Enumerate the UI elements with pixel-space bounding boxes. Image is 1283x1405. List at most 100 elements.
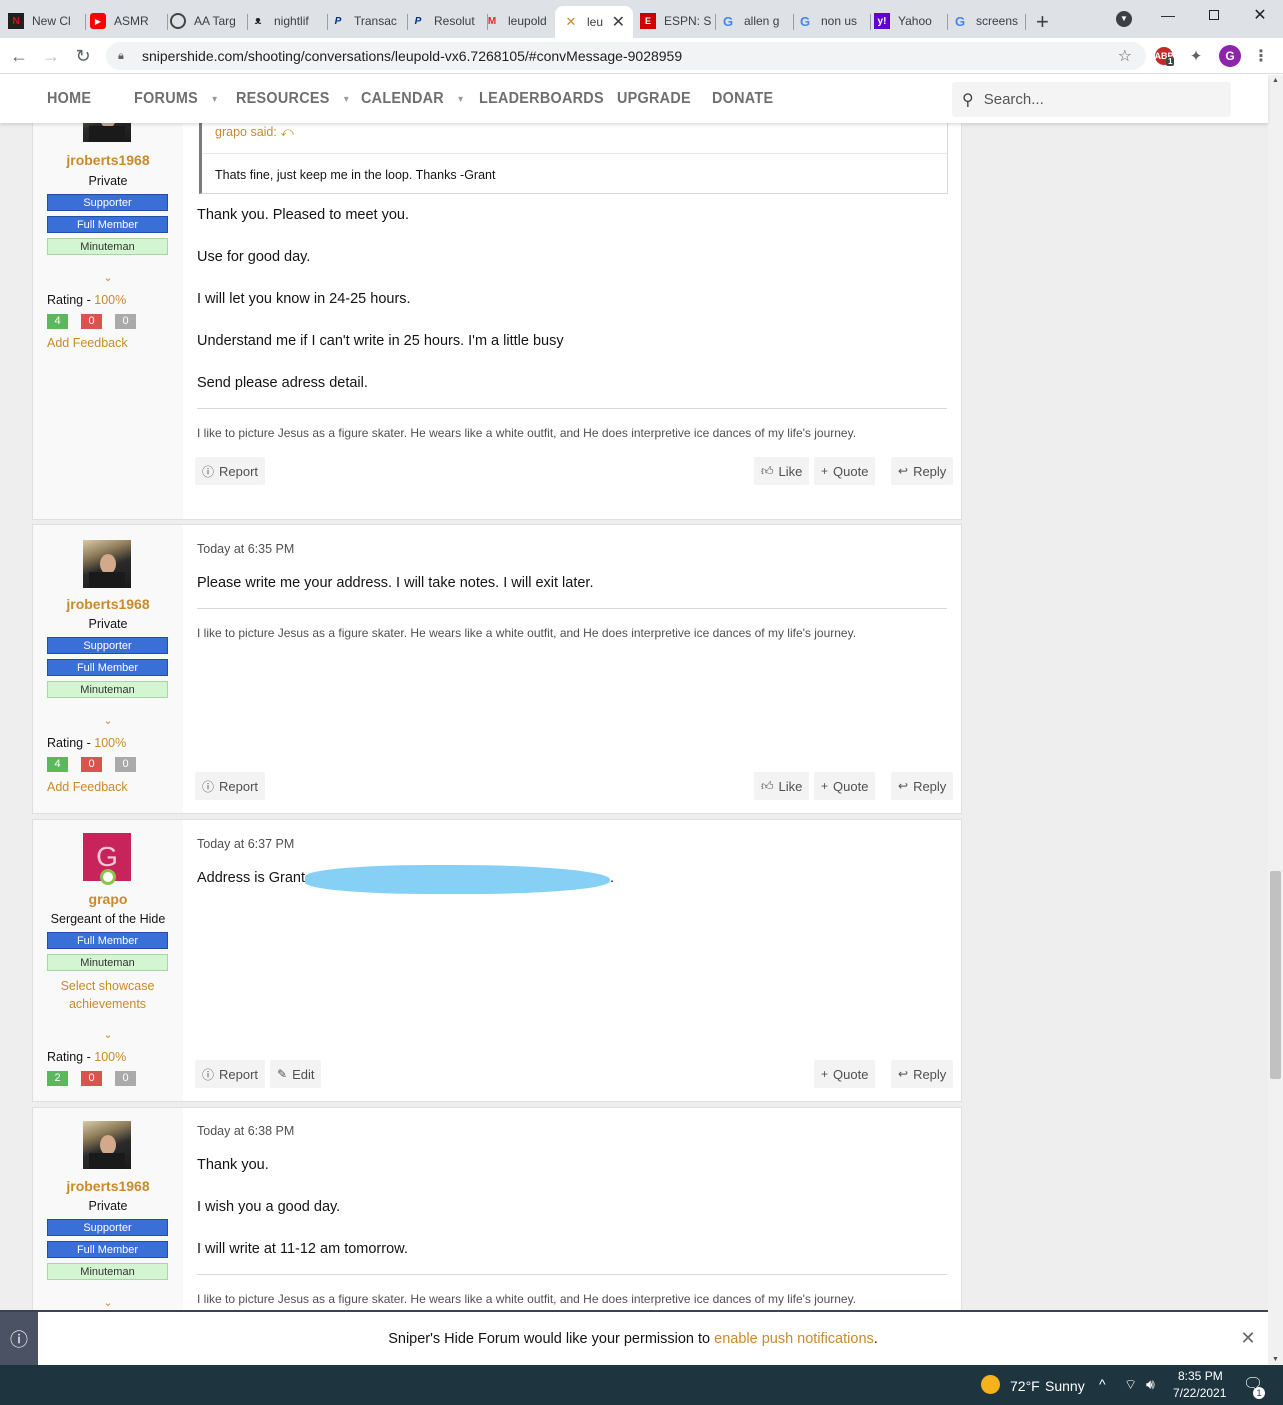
chevron-down-icon[interactable]: ▼ bbox=[342, 94, 350, 104]
like-button[interactable]: 👍︎ Like bbox=[754, 772, 810, 800]
user-title: Private bbox=[88, 174, 128, 188]
quote-button[interactable]: + Quote bbox=[814, 457, 876, 485]
signature-divider bbox=[197, 608, 947, 609]
avatar[interactable] bbox=[83, 540, 131, 588]
tab-paypal-transaction[interactable]: P Transac bbox=[330, 6, 408, 36]
rating-negative: 0 bbox=[81, 1071, 102, 1086]
goto-arrow-icon[interactable]: ⤺ bbox=[280, 125, 293, 139]
tab-espn[interactable]: E ESPN: S bbox=[640, 6, 716, 36]
clock-time[interactable]: 8:35 PM bbox=[1178, 1369, 1223, 1383]
thumbs-up-icon: 👍︎ bbox=[761, 463, 774, 478]
nav-donate[interactable]: DONATE bbox=[712, 90, 773, 108]
push-notification-banner: ⓘ Sniper's Hide Forum would like your pe… bbox=[0, 1310, 1268, 1365]
scrollbar-thumb[interactable] bbox=[1270, 871, 1281, 1079]
nav-upgrade[interactable]: UPGRADE bbox=[617, 90, 691, 108]
message-user-panel: jroberts1968 Private Supporter Full Memb… bbox=[33, 1108, 183, 1310]
reload-button[interactable]: ↻ bbox=[71, 44, 95, 68]
report-button[interactable]: ⓘ Report bbox=[195, 457, 266, 485]
tab-aa-targ[interactable]: AA Targ bbox=[170, 6, 248, 36]
adblock-extension-icon[interactable]: ABP 1 bbox=[1155, 47, 1175, 66]
chevron-down-icon[interactable]: ▼ bbox=[211, 94, 219, 104]
tab-google-nonus[interactable]: Gnon us bbox=[797, 6, 871, 36]
chrome-menu-icon[interactable]: ⋮ bbox=[1252, 47, 1270, 65]
nav-calendar[interactable]: CALENDAR ▼ bbox=[361, 90, 465, 108]
rating-neutral: 0 bbox=[115, 314, 136, 329]
gmail-icon: M bbox=[487, 15, 497, 27]
avatar[interactable] bbox=[83, 123, 131, 142]
tab-snipershide-active[interactable]: ✕ leu ✕ bbox=[555, 6, 633, 38]
message-date[interactable]: Today at 6:38 PM bbox=[197, 1124, 294, 1138]
scroll-down-icon[interactable]: ▼ bbox=[1272, 1356, 1279, 1363]
scroll-up-icon[interactable]: ▲ bbox=[1272, 77, 1279, 84]
report-icon: ⓘ bbox=[202, 779, 215, 794]
weather-condition[interactable]: Sunny bbox=[1045, 1378, 1085, 1394]
plus-icon: + bbox=[821, 1067, 829, 1081]
tab-gmail[interactable]: Mleupold bbox=[484, 6, 558, 36]
close-icon[interactable]: ✕ bbox=[1228, 1328, 1268, 1349]
quote-header[interactable]: grapo said: ⤺ bbox=[202, 123, 947, 154]
expand-chevron-icon[interactable]: ⌄ bbox=[33, 271, 183, 284]
chevron-down-icon[interactable]: ▼ bbox=[457, 94, 465, 104]
quote-button[interactable]: + Quote bbox=[814, 1060, 876, 1088]
profile-avatar[interactable]: G bbox=[1219, 45, 1241, 67]
edit-button[interactable]: ✎ Edit bbox=[270, 1060, 322, 1088]
extensions-puzzle-icon[interactable]: ✦ bbox=[1187, 47, 1205, 65]
expand-chevron-icon[interactable]: ⌄ bbox=[33, 714, 183, 727]
chevron-up-icon[interactable]: ^ bbox=[1099, 1376, 1106, 1392]
expand-chevron-icon[interactable]: ⌄ bbox=[33, 1028, 183, 1041]
username[interactable]: jroberts1968 bbox=[33, 596, 183, 612]
quote-button[interactable]: + Quote bbox=[814, 772, 876, 800]
nav-leaderboards[interactable]: LEADERBOARDS bbox=[479, 90, 604, 108]
nav-forums[interactable]: FORUMS ▼ bbox=[134, 90, 219, 108]
tab-netflix[interactable]: N New Cl bbox=[8, 6, 86, 36]
report-button[interactable]: ⓘ Report bbox=[195, 772, 266, 800]
expand-chevron-icon[interactable]: ⌄ bbox=[33, 1296, 183, 1309]
reply-button[interactable]: ↩ Reply bbox=[891, 772, 954, 800]
bookmark-star-icon[interactable]: ☆ bbox=[1118, 46, 1132, 66]
tab-google-screens[interactable]: Gscreens bbox=[952, 6, 1026, 36]
message-date[interactable]: Today at 6:37 PM bbox=[197, 837, 294, 851]
browser-tab-strip: N New Cl ▶ ASMR AA Targ ᴥ nightlif P Transac… bbox=[0, 0, 1283, 38]
page-scrollbar[interactable]: ▲ ▼ bbox=[1268, 75, 1283, 1365]
bat-icon: ᴥ bbox=[254, 15, 262, 27]
search-input[interactable]: ⚲ Search... bbox=[952, 82, 1231, 117]
tab-search-button[interactable]: ▼ bbox=[1101, 4, 1147, 34]
minimize-button[interactable]: — bbox=[1145, 0, 1191, 30]
plus-icon: + bbox=[821, 779, 829, 793]
forward-button[interactable]: → bbox=[39, 44, 63, 68]
tab-yahoo[interactable]: y! Yahoo bbox=[874, 6, 948, 36]
reply-button[interactable]: ↩ Reply bbox=[891, 1060, 954, 1088]
add-feedback-link[interactable]: Add Feedback bbox=[47, 336, 128, 350]
address-bar[interactable]: 🔒︎ snipershide.com/shooting/conversation… bbox=[106, 42, 1146, 70]
add-feedback-link[interactable]: Add Feedback bbox=[47, 780, 128, 794]
quote-text: Thats fine, just keep me in the loop. Th… bbox=[215, 168, 496, 182]
like-button[interactable]: 👍︎ Like bbox=[754, 457, 810, 485]
volume-icon[interactable]: 🔊︎ bbox=[1146, 1376, 1155, 1393]
new-tab-button[interactable]: + bbox=[1036, 9, 1049, 35]
enable-push-link[interactable]: enable push notifications bbox=[714, 1331, 874, 1347]
nav-home[interactable]: HOME bbox=[47, 90, 91, 108]
username[interactable]: jroberts1968 bbox=[33, 1178, 183, 1194]
maximize-button[interactable] bbox=[1191, 0, 1237, 30]
select-showcase-link[interactable]: Select showcase achievements bbox=[47, 977, 168, 1013]
reply-button[interactable]: ↩ Reply bbox=[891, 457, 954, 485]
message-date[interactable]: Today at 6:35 PM bbox=[197, 542, 294, 556]
username[interactable]: grapo bbox=[33, 891, 183, 907]
clock-date[interactable]: 7/22/2021 bbox=[1173, 1386, 1226, 1400]
tab-paypal-resolution[interactable]: P Resolut bbox=[410, 6, 488, 36]
close-tab-icon[interactable]: ✕ bbox=[612, 12, 625, 32]
weather-temp[interactable]: 72°F bbox=[1010, 1378, 1040, 1394]
nav-resources[interactable]: RESOURCES ▼ bbox=[236, 90, 351, 108]
report-button[interactable]: ⓘ Report bbox=[195, 1060, 266, 1088]
back-button[interactable]: ← bbox=[7, 44, 31, 68]
wifi-icon[interactable]: ⌔ bbox=[1124, 1376, 1137, 1394]
avatar[interactable]: G bbox=[83, 833, 131, 885]
tab-youtube[interactable]: ▶ ASMR bbox=[90, 6, 168, 36]
sun-weather-icon[interactable] bbox=[981, 1375, 1000, 1394]
tab-nightlife[interactable]: ᴥ nightlif bbox=[250, 6, 328, 36]
user-title: Private bbox=[88, 617, 128, 631]
close-window-button[interactable]: ✕ bbox=[1237, 0, 1283, 30]
avatar[interactable] bbox=[83, 1121, 131, 1169]
tab-google-allen[interactable]: Gallen g bbox=[720, 6, 794, 36]
username[interactable]: jroberts1968 bbox=[33, 152, 183, 168]
